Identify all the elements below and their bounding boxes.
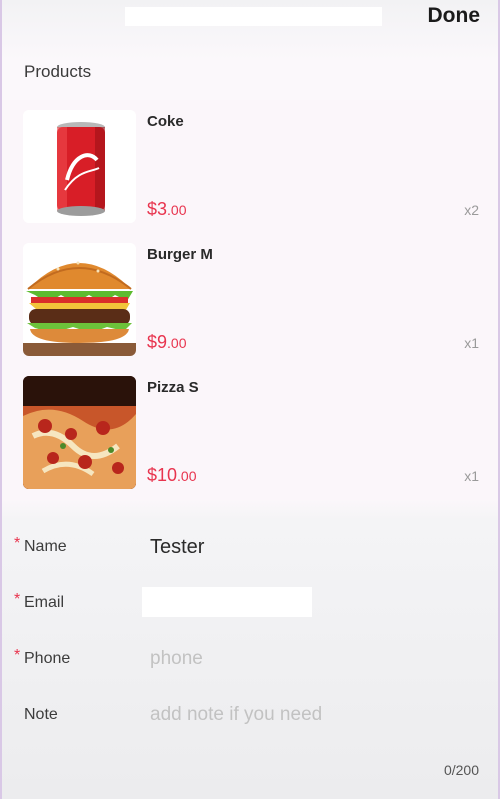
note-label: Note — [24, 706, 58, 723]
navigation-bar: Done — [2, 0, 498, 40]
phone-field[interactable] — [150, 644, 470, 674]
email-field[interactable] — [142, 587, 312, 617]
required-mark: * — [14, 535, 21, 552]
name-label: Name — [24, 538, 67, 555]
name-row: * Name — [2, 528, 498, 568]
note-character-counter: 0/200 — [443, 762, 479, 778]
phone-label: Phone — [24, 650, 71, 667]
products-section-title: Products — [24, 62, 92, 81]
list-item[interactable]: Coke $3.00 x2 — [2, 100, 498, 233]
product-price: $10.00 — [147, 465, 197, 485]
email-label: Email — [24, 594, 65, 611]
product-list: Coke $3.00 x2 Burger M $9.00 x1 Pizza S … — [2, 100, 498, 500]
email-row: * Email — [2, 584, 498, 624]
coke-can-image — [23, 110, 136, 223]
redacted-title — [125, 7, 382, 26]
pizza-image — [23, 376, 136, 489]
product-price: $9.00 — [147, 332, 187, 352]
required-mark: * — [14, 591, 21, 608]
note-row: Note — [2, 696, 498, 736]
product-name: Coke — [147, 113, 184, 130]
product-price: $3.00 — [147, 199, 187, 219]
done-button[interactable]: Done — [428, 4, 481, 28]
product-quantity: x1 — [464, 468, 479, 484]
required-mark: * — [14, 647, 21, 664]
list-item[interactable]: Burger M $9.00 x1 — [2, 233, 498, 366]
name-field[interactable] — [150, 532, 470, 562]
product-name: Burger M — [147, 246, 213, 263]
phone-row: * Phone — [2, 640, 498, 680]
list-item[interactable]: Pizza S $10.00 x1 — [2, 366, 498, 499]
app-screen: Done Products Coke $3.00 x2 Burger M $9.… — [0, 0, 500, 799]
product-quantity: x2 — [464, 202, 479, 218]
product-quantity: x1 — [464, 335, 479, 351]
note-field[interactable] — [150, 700, 470, 730]
burger-image — [23, 243, 136, 356]
product-name: Pizza S — [147, 379, 199, 396]
